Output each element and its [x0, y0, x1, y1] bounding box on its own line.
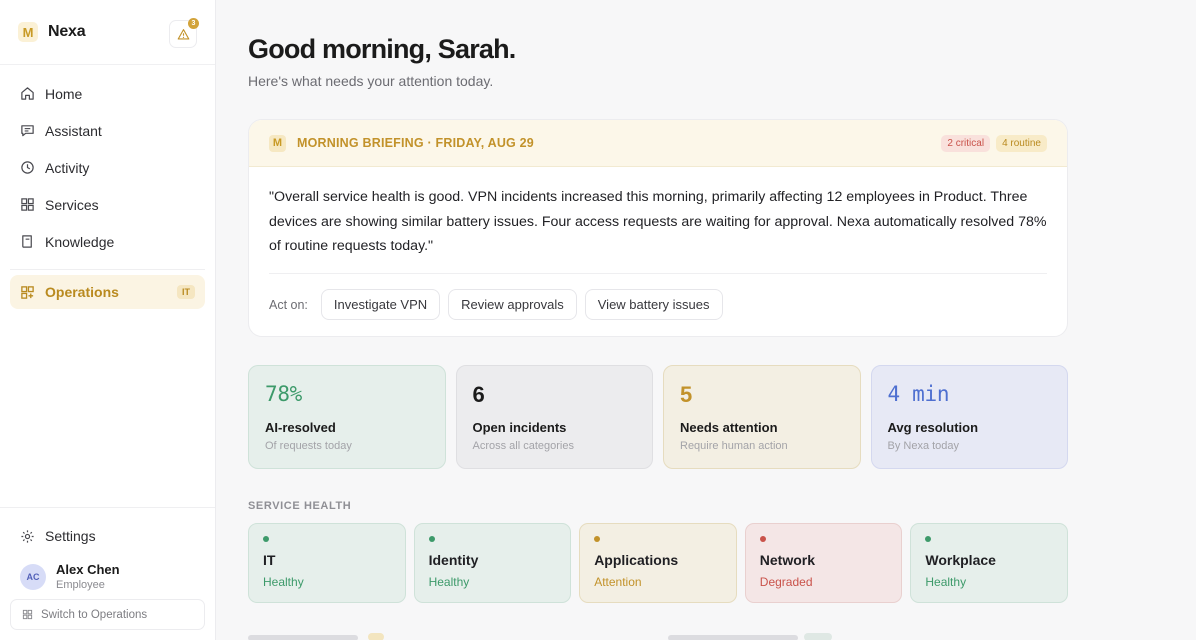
app-name: Nexa — [48, 23, 86, 40]
home-icon — [21, 87, 34, 100]
stat-value: 5 — [680, 381, 692, 407]
switch-view-label: Switch to Operations — [41, 608, 148, 621]
stat-subtitle: Across all categories — [472, 439, 575, 452]
next-section-cutoff — [248, 632, 1068, 640]
stat-title: Avg resolution — [887, 419, 979, 435]
service-status: Attention — [594, 574, 642, 589]
status-dot — [759, 535, 766, 542]
avatar: AC — [20, 563, 46, 590]
nav-item-operations[interactable]: Operations IT — [10, 275, 205, 309]
user-role: Employee — [56, 579, 105, 591]
stat-title: Needs attention — [680, 419, 778, 435]
review-approvals-button[interactable]: Review approvals — [448, 289, 577, 320]
service-status: Healthy — [925, 574, 967, 589]
nav-divider — [10, 269, 205, 270]
service-name: Network — [759, 551, 816, 568]
service-health-row: IT Healthy Identity Healthy Applications… — [248, 522, 1068, 603]
alert-count-badge: 3 — [188, 18, 199, 29]
cutoff-badge-right — [804, 633, 832, 640]
nav-item-knowledge[interactable]: Knowledge — [10, 223, 205, 260]
switch-view-button[interactable]: Switch to Operations — [10, 599, 205, 630]
warning-icon — [177, 28, 189, 40]
stat-card-needs-attention[interactable]: 5 Needs attention Require human action — [663, 364, 861, 469]
stat-value: 4 min — [887, 381, 950, 406]
stat-subtitle: Require human action — [680, 439, 788, 452]
nav-item-label: Knowledge — [45, 233, 115, 250]
service-health-heading: SERVICE HEALTH — [248, 499, 352, 512]
book-icon — [22, 235, 32, 248]
operations-icon — [21, 285, 34, 299]
stat-value: 6 — [472, 381, 485, 407]
routine-count-badge: 4 routine — [996, 134, 1047, 152]
stat-subtitle: Of requests today — [265, 439, 352, 452]
service-name: Applications — [594, 551, 679, 568]
briefing-summary: "Overall service health is good. VPN inc… — [269, 185, 1047, 274]
main-content: Good morning, Sarah. Here's what needs y… — [248, 0, 1068, 603]
nav-item-label: Services — [45, 196, 99, 213]
service-name: Workplace — [925, 551, 996, 568]
nav-item-label: Operations — [45, 284, 119, 300]
user-name: Alex Chen — [56, 562, 120, 577]
nav-item-assistant[interactable]: Assistant — [10, 112, 205, 149]
chat-icon — [21, 125, 34, 137]
nav-item-label: Assistant — [45, 122, 102, 139]
page-subtitle: Here's what needs your attention today. — [248, 73, 494, 89]
status-dot — [263, 535, 269, 542]
briefing-actions: Act on: Investigate VPN Review approvals… — [269, 274, 1047, 336]
page-title: Good morning, Sarah. — [248, 34, 516, 64]
grid-icon — [22, 609, 33, 620]
view-battery-issues-button[interactable]: View battery issues — [584, 289, 723, 320]
stat-title: AI-resolved — [265, 419, 336, 435]
service-status: Degraded — [759, 574, 813, 589]
nav-item-label: Activity — [45, 159, 90, 176]
cutoff-heading-left — [248, 635, 358, 640]
status-dot — [925, 535, 932, 542]
stat-subtitle: By Nexa today — [887, 439, 960, 452]
stats-row: 78% AI-resolved Of requests today 6 Open… — [248, 364, 1068, 469]
sidebar: M Nexa 3 Home Assistant Activity Service… — [0, 0, 216, 640]
logo-icon: M — [18, 22, 38, 42]
status-dot — [428, 535, 435, 542]
briefing-header: M MORNING BRIEFING · FRIDAY, AUG 29 2 cr… — [249, 120, 1067, 167]
service-card-identity[interactable]: Identity Healthy — [413, 522, 572, 603]
stat-value: 78% — [265, 381, 303, 406]
nav-item-home[interactable]: Home — [10, 75, 205, 112]
critical-count-badge: 2 critical — [941, 134, 991, 152]
service-status: Healthy — [428, 574, 470, 589]
service-card-applications[interactable]: Applications Attention — [579, 522, 737, 603]
nexa-logo-icon: M — [269, 134, 286, 152]
cutoff-badge-left — [368, 633, 384, 640]
briefing-title: MORNING BRIEFING · FRIDAY, AUG 29 — [297, 136, 534, 150]
act-on-label: Act on: — [269, 297, 308, 312]
nav-tag-it: IT — [177, 285, 195, 299]
morning-briefing-card: M MORNING BRIEFING · FRIDAY, AUG 29 2 cr… — [248, 119, 1068, 337]
settings-label: Settings — [45, 528, 96, 544]
service-card-network[interactable]: Network Degraded — [744, 522, 903, 603]
service-status: Healthy — [263, 574, 304, 589]
service-card-it[interactable]: IT Healthy — [248, 522, 406, 603]
service-card-workplace[interactable]: Workplace Healthy — [910, 522, 1068, 603]
sidebar-footer: Settings AC Alex Chen Employee Switch to… — [0, 507, 215, 640]
stat-card-ai-resolved[interactable]: 78% AI-resolved Of requests today — [248, 364, 446, 469]
main-nav: Home Assistant Activity Services Knowled… — [0, 65, 215, 309]
nav-item-settings[interactable]: Settings — [10, 516, 205, 556]
stat-card-open-incidents[interactable]: 6 Open incidents Across all categories — [455, 364, 653, 469]
status-dot — [594, 535, 601, 542]
alerts-button[interactable]: 3 — [169, 18, 199, 48]
gear-icon — [21, 529, 34, 543]
cutoff-heading-right — [668, 635, 798, 640]
clock-icon — [21, 161, 34, 174]
grid-icon — [21, 198, 34, 211]
nav-item-activity[interactable]: Activity — [10, 149, 205, 186]
investigate-vpn-button[interactable]: Investigate VPN — [320, 289, 441, 320]
brand-header: M Nexa 3 — [0, 0, 215, 65]
service-name: Identity — [428, 551, 479, 568]
user-profile[interactable]: AC Alex Chen Employee — [0, 556, 215, 599]
nav-item-services[interactable]: Services — [10, 186, 205, 223]
stat-card-avg-resolution[interactable]: 4 min Avg resolution By Nexa today — [870, 364, 1068, 469]
service-name: IT — [263, 551, 276, 568]
stat-title: Open incidents — [472, 419, 567, 435]
nav-item-label: Home — [45, 85, 83, 102]
